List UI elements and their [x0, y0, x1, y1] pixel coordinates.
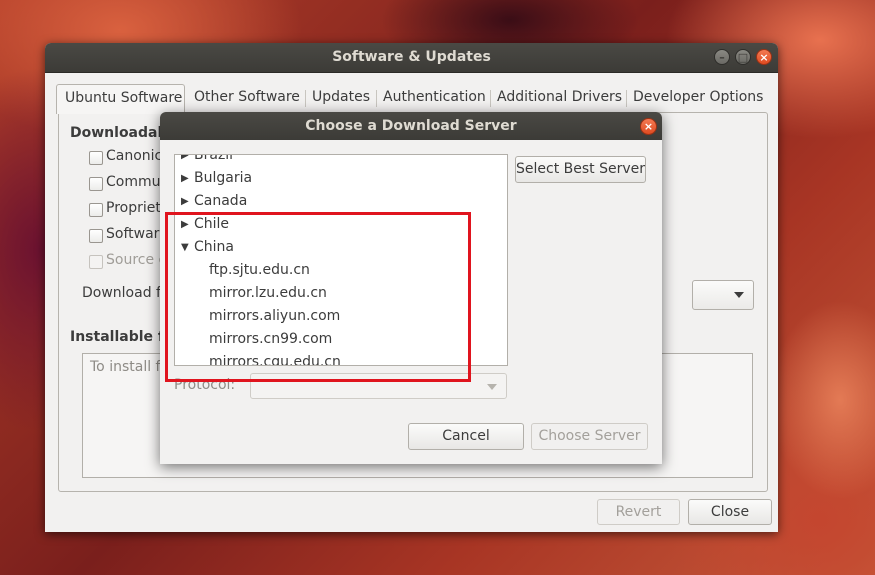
- expander-closed-icon[interactable]: ▶: [181, 167, 191, 190]
- software-restricted-label: Softwar: [106, 226, 160, 242]
- tab-updates[interactable]: Updates: [312, 84, 370, 112]
- annotation-highlight-box: [165, 212, 471, 382]
- installable-placeholder: To install f: [90, 359, 161, 375]
- installable-heading: Installable f: [70, 329, 164, 345]
- tab-separator: [490, 90, 491, 107]
- chevron-down-icon: [734, 292, 744, 298]
- server-country-item[interactable]: ▶ Canada: [175, 190, 507, 213]
- tab-developer-options[interactable]: Developer Options: [633, 84, 763, 112]
- tree-item-label: Bulgaria: [194, 170, 253, 186]
- tab-ubuntu-software[interactable]: Ubuntu Software: [56, 84, 185, 114]
- downloadable-heading: Downloadab: [70, 125, 168, 141]
- proprietary-label: Propriet: [106, 200, 161, 216]
- revert-button[interactable]: Revert: [597, 499, 680, 525]
- close-dialog-button[interactable]: ×: [640, 118, 657, 135]
- source-code-label: Source c: [106, 252, 167, 268]
- tab-separator: [626, 90, 627, 107]
- chevron-down-icon: [487, 384, 497, 390]
- source-code-checkbox[interactable]: [89, 255, 103, 269]
- window-title: Software & Updates: [332, 49, 491, 65]
- close-button[interactable]: Close: [688, 499, 772, 525]
- server-country-item[interactable]: ▶ Brazil: [175, 154, 507, 167]
- tab-separator: [305, 90, 306, 107]
- download-from-dropdown[interactable]: [692, 280, 754, 310]
- wallpaper-swirl: [770, 300, 875, 500]
- tree-item-label: Canada: [194, 193, 248, 209]
- tab-additional-drivers[interactable]: Additional Drivers: [497, 84, 622, 112]
- software-restricted-checkbox[interactable]: [89, 229, 103, 243]
- expander-closed-icon[interactable]: ▶: [181, 155, 191, 167]
- tab-separator: [376, 90, 377, 107]
- dialog-title: Choose a Download Server: [305, 118, 517, 134]
- download-from-label: Download f: [82, 285, 161, 301]
- cancel-button[interactable]: Cancel: [408, 423, 524, 450]
- select-best-server-button[interactable]: Select Best Server: [515, 156, 646, 183]
- expander-closed-icon[interactable]: ▶: [181, 190, 191, 213]
- tree-item-label: Brazil: [194, 154, 234, 163]
- dialog-titlebar[interactable]: Choose a Download Server ×: [160, 112, 662, 140]
- maximize-button[interactable]: □: [735, 49, 751, 65]
- server-country-item[interactable]: ▶ Bulgaria: [175, 167, 507, 190]
- community-checkbox[interactable]: [89, 177, 103, 191]
- canonical-checkbox[interactable]: [89, 151, 103, 165]
- close-window-button[interactable]: ×: [756, 49, 772, 65]
- window-titlebar[interactable]: Software & Updates – □ ×: [45, 43, 778, 73]
- choose-server-button[interactable]: Choose Server: [531, 423, 648, 450]
- minimize-button[interactable]: –: [714, 49, 730, 65]
- tab-other-software[interactable]: Other Software: [194, 84, 300, 112]
- tab-authentication[interactable]: Authentication: [383, 84, 486, 112]
- proprietary-checkbox[interactable]: [89, 203, 103, 217]
